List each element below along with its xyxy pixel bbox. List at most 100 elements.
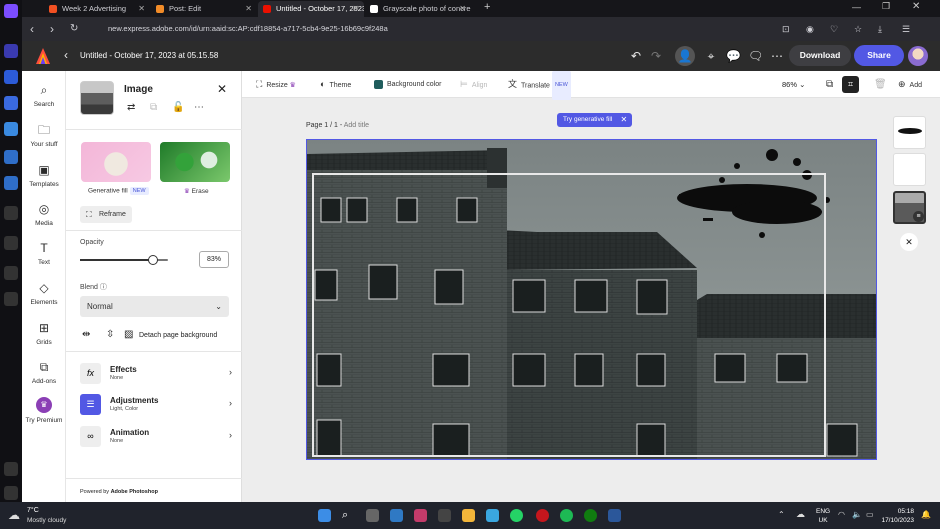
image-frame[interactable] — [312, 173, 826, 457]
nav-item-add-ons[interactable]: ⧉ Add-ons — [22, 360, 66, 385]
close-window-icon[interactable]: ✕ — [912, 1, 920, 12]
share-button[interactable]: Share — [854, 45, 904, 66]
duplicate-icon[interactable]: ⧉ — [150, 102, 157, 113]
translate-button[interactable]: 文 Translate NEW — [508, 71, 571, 100]
volume-icon[interactable]: 🔈 — [852, 510, 862, 519]
star-icon[interactable]: ☆ — [854, 20, 862, 38]
wifi-icon[interactable]: ◠ — [838, 510, 845, 519]
close-icon[interactable]: ✕ — [138, 1, 145, 17]
theme-button[interactable]: ◐ Theme — [320, 71, 351, 99]
weather-icon[interactable]: ☁ — [8, 508, 20, 522]
task-view-icon[interactable] — [366, 509, 379, 522]
close-icon[interactable]: ✕ — [245, 1, 252, 17]
camera-icon[interactable]: ◉ — [806, 20, 814, 38]
undo-icon[interactable]: ↶ — [629, 49, 643, 63]
background-color-button[interactable]: Background color — [374, 71, 441, 98]
browser-tab-active[interactable]: Untitled - October 17, 2023 ✕ — [258, 1, 364, 17]
sidebar-app-icon[interactable] — [4, 462, 18, 476]
browser-tab[interactable]: Week 2 Advertising ✕ — [44, 1, 150, 17]
page-thumbnail[interactable] — [893, 153, 926, 186]
app-icon[interactable] — [414, 509, 427, 522]
messenger-icon[interactable] — [4, 176, 18, 190]
replace-icon[interactable]: ⇄ — [127, 102, 135, 113]
collaborator-icon[interactable]: 👤 — [675, 46, 695, 66]
close-icon[interactable]: ✕ — [459, 1, 466, 17]
whatsapp-icon[interactable] — [510, 509, 523, 522]
zoom-select[interactable]: 86% ⌄ — [782, 71, 805, 98]
pages-icon[interactable]: ⧉ — [826, 71, 833, 98]
sidebar-app-icon[interactable] — [4, 96, 18, 110]
language-indicator[interactable]: ENG UK — [816, 507, 830, 525]
flip-horizontal-icon[interactable]: ⇹ — [82, 329, 90, 340]
reframe-button[interactable]: ⛶ Reframe — [80, 206, 132, 223]
browser-tab[interactable]: Grayscale photo of concre ✕ — [365, 1, 471, 17]
generative-fill-card[interactable] — [81, 142, 151, 182]
minimize-icon[interactable]: — — [852, 2, 861, 12]
align-button[interactable]: ⊨ Align — [460, 71, 487, 99]
add-page-button[interactable]: ⊕ Add — [898, 71, 922, 99]
settings-icon[interactable] — [4, 292, 18, 306]
detach-page-background-button[interactable]: Detach page background — [139, 332, 217, 339]
mail-icon[interactable] — [486, 509, 499, 522]
close-icon[interactable]: ✕ — [352, 1, 359, 17]
chat-icon[interactable]: 🗨 — [748, 49, 763, 63]
grid-toggle-icon[interactable]: ⌗ — [842, 76, 859, 93]
opera-icon[interactable] — [536, 509, 549, 522]
blend-mode-select[interactable]: Normal ⌄ — [80, 296, 229, 317]
download-tray-icon[interactable]: ⤓ — [878, 20, 882, 38]
sidebar-app-icon[interactable] — [4, 44, 18, 58]
url-input[interactable]: new.express.adobe.com/id/urn:aaid:sc:AP:… — [96, 21, 656, 37]
erase-card[interactable] — [160, 142, 230, 182]
file-explorer-icon[interactable] — [462, 509, 475, 522]
app-icon[interactable] — [390, 509, 403, 522]
info-icon[interactable]: ⓘ — [100, 284, 107, 291]
detach-background-icon[interactable]: ▨ — [124, 329, 133, 340]
forward-icon[interactable]: › — [50, 20, 54, 38]
adobe-express-logo-icon[interactable] — [36, 48, 50, 64]
app-icon[interactable] — [438, 509, 451, 522]
page-thumbnail[interactable] — [893, 116, 926, 149]
notification-icon[interactable]: 🔔 — [921, 510, 931, 519]
more-icon[interactable]: ⋯ — [194, 102, 204, 113]
browser-tab[interactable]: Post: Edit ✕ — [151, 1, 257, 17]
search-icon[interactable]: ⌕ — [342, 509, 355, 522]
more-icon[interactable] — [4, 486, 18, 500]
lock-icon[interactable]: 🔓 — [172, 102, 184, 113]
system-clock[interactable]: 05:18 17/10/2023 — [880, 507, 914, 525]
close-icon[interactable]: ✕ — [900, 233, 918, 251]
nav-item-templates[interactable]: ▣ Templates — [22, 163, 66, 188]
flip-vertical-icon[interactable]: ⇳ — [106, 329, 114, 340]
back-icon[interactable]: ‹ — [30, 20, 34, 38]
browser-logo-icon[interactable] — [4, 4, 18, 18]
avatar[interactable] — [908, 46, 928, 66]
word-icon[interactable] — [608, 509, 621, 522]
trash-icon[interactable]: 🗑 — [874, 71, 887, 98]
close-icon[interactable]: ✕ — [217, 82, 227, 96]
effects-row[interactable]: fx Effects None › — [80, 363, 232, 385]
extension-icon[interactable]: ⊡ — [782, 20, 790, 38]
new-tab-icon[interactable]: + — [484, 1, 490, 13]
sidebar-app-icon[interactable] — [4, 70, 18, 84]
back-arrow-icon[interactable]: ‹ — [64, 48, 68, 62]
restore-icon[interactable]: ❐ — [882, 1, 890, 12]
try-generative-fill-button[interactable]: Try generative fill ✕ — [557, 113, 633, 127]
bookmark-icon[interactable]: ♡ — [830, 20, 838, 38]
nav-item-your-stuff[interactable]: 🗀 Your stuff — [22, 123, 66, 148]
nav-item-grids[interactable]: ⊞ Grids — [22, 321, 66, 346]
battery-icon[interactable]: ▭ — [866, 510, 874, 519]
adjustments-row[interactable]: ☰ Adjustments Light, Color › — [80, 394, 232, 416]
page-thumbnail-active[interactable]: ≡ — [893, 191, 926, 224]
nav-item-elements[interactable]: ◇ Elements — [22, 281, 66, 306]
more-icon[interactable]: ⋯ — [770, 49, 784, 63]
cloud-icon[interactable]: ☁ — [796, 509, 805, 520]
page-canvas[interactable] — [306, 139, 877, 460]
nav-item-search[interactable]: ⌕ Search — [22, 83, 66, 108]
add-title-link[interactable]: Add title — [344, 122, 369, 129]
xbox-icon[interactable] — [584, 509, 597, 522]
document-title[interactable]: Untitled - October 17, 2023 at 05.15.58 — [80, 41, 218, 71]
sidebar-app-icon[interactable] — [4, 236, 18, 250]
reload-icon[interactable]: ↻ — [70, 20, 78, 38]
nav-item-text[interactable]: T Text — [22, 241, 66, 266]
nav-item-media[interactable]: ◎ Media — [22, 202, 66, 227]
sidebar-app-icon[interactable] — [4, 266, 18, 280]
